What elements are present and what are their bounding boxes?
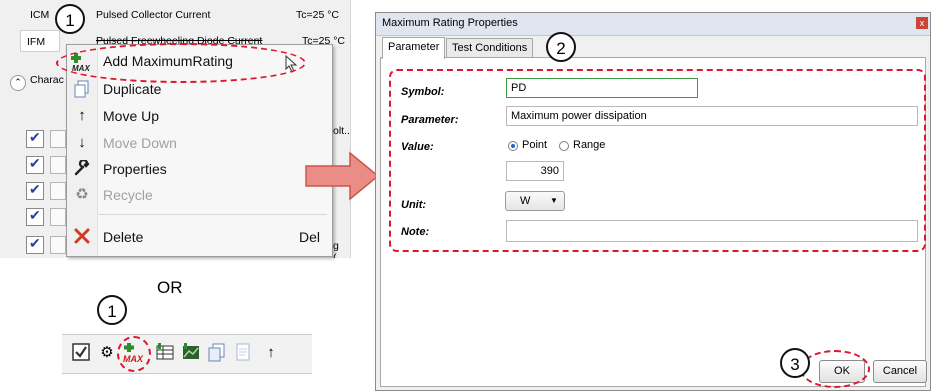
row-cell — [50, 236, 66, 254]
row-cell — [50, 208, 66, 226]
menu-item-move-down[interactable]: ↓ Move Down — [67, 131, 332, 155]
step-badge-1-toolbar: 1 — [97, 295, 127, 325]
collapse-chevron-icon[interactable]: ⌃ — [10, 75, 26, 91]
table-add-icon[interactable] — [154, 342, 176, 364]
highlight-box-fields — [389, 69, 926, 252]
cell-text-partial: g (... — [333, 240, 346, 258]
row-cell — [50, 156, 66, 174]
toolbar: ⚙ MAX ↑ — [62, 334, 312, 374]
row-code: IFM — [20, 30, 60, 52]
tab-parameter[interactable]: Parameter — [382, 37, 446, 59]
step-badge-2: 2 — [546, 32, 576, 62]
menu-item-label: Move Up — [103, 108, 160, 124]
flow-arrow — [305, 151, 380, 201]
highlight-oval — [56, 43, 306, 83]
duplicate-icon — [71, 80, 93, 98]
section-label: Charac — [30, 74, 64, 86]
highlight-oval-ok — [800, 350, 870, 388]
chart-add-icon[interactable] — [180, 342, 202, 364]
row-code: ICM — [30, 9, 50, 21]
menu-item-label: Move Down — [103, 135, 177, 151]
table-row[interactable]: ICM Pulsed Collector Current Tc=25 °C — [0, 4, 350, 26]
more-icon[interactable]: ↑ — [260, 342, 282, 364]
row-checkbox[interactable] — [26, 155, 44, 174]
row-checkbox[interactable] — [26, 181, 44, 200]
row-checkbox[interactable] — [26, 235, 44, 254]
menu-item-delete[interactable]: Delete Del — [67, 225, 332, 249]
menu-item-properties[interactable]: Properties — [67, 157, 332, 181]
menu-item-shortcut: Del — [298, 229, 320, 245]
cell-text-partial: olt... — [333, 125, 351, 137]
or-text: OR — [157, 278, 183, 297]
copy-icon[interactable] — [206, 342, 228, 364]
highlight-oval-toolbar — [117, 336, 151, 372]
row-checkbox[interactable] — [26, 207, 44, 226]
close-icon[interactable]: x — [916, 17, 928, 29]
menu-item-label: Delete — [103, 229, 144, 245]
page-icon[interactable] — [232, 342, 254, 364]
tab-test-conditions[interactable]: Test Conditions — [446, 38, 534, 58]
step-badge-1: 1 — [55, 4, 85, 34]
gear-icon[interactable]: ⚙ — [96, 342, 118, 364]
row-condition: Tc=25 °C — [296, 9, 340, 21]
menu-item-label: Properties — [103, 161, 167, 177]
step-badge-3: 3 — [780, 348, 810, 378]
row-checkbox[interactable] — [26, 129, 44, 148]
menu-item-label: Recycle — [103, 187, 153, 203]
menu-item-recycle[interactable]: ♻ Recycle — [67, 183, 332, 207]
wrench-icon — [71, 158, 93, 178]
menu-item-move-up[interactable]: ↑ Move Up — [67, 104, 332, 128]
recycle-icon: ♻ — [75, 186, 89, 203]
dialog-title: Maximum Rating Properties — [382, 17, 518, 29]
menu-separator — [99, 214, 327, 215]
delete-x-icon — [71, 228, 93, 246]
arrow-down-icon: ↓ — [78, 134, 86, 151]
dialog-title-bar: Maximum Rating Properties x — [376, 13, 930, 36]
checkbox-icon[interactable] — [70, 342, 92, 364]
cancel-button[interactable]: Cancel — [873, 360, 927, 383]
row-cell — [50, 130, 66, 148]
arrow-up-icon: ↑ — [78, 107, 86, 124]
row-cell — [50, 182, 66, 200]
row-name: Pulsed Collector Current — [96, 9, 211, 21]
